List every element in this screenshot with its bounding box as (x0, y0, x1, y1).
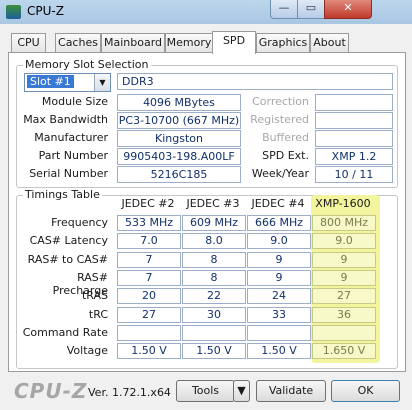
part-number-label: Part Number (38, 149, 108, 162)
tab-caches[interactable]: Caches (55, 33, 101, 53)
timing-row-label: RAS# to CAS# (27, 253, 108, 266)
column-header-jedec-3: JEDEC #3 (186, 197, 240, 210)
close-button[interactable]: ✕ (324, 0, 372, 19)
column-header-jedec-4: JEDEC #4 (251, 197, 305, 210)
max-bandwidth-value: PC3-10700 (667 MHz) (117, 112, 241, 129)
title-bar: CPU-Z — ▭ ✕ (0, 0, 412, 24)
timing-cell (247, 325, 311, 341)
timing-cell: 7 (117, 252, 181, 268)
timing-cell: 22 (182, 288, 246, 304)
timing-cell: 9 (312, 270, 376, 286)
memory-type-field: DDR3 (117, 73, 393, 90)
timing-cell: 8 (182, 252, 246, 268)
timing-cell: 36 (312, 307, 376, 323)
registered-value (315, 112, 393, 129)
tools-button[interactable]: Tools (176, 380, 235, 402)
column-header-xmp-1600: XMP-1600 (315, 197, 371, 210)
timing-cell: 8 (182, 270, 246, 286)
cpu-z-app-icon (6, 5, 21, 19)
tab-memory[interactable]: Memory (165, 33, 213, 53)
timing-cell: 9 (247, 252, 311, 268)
tab-cpu[interactable]: CPU (11, 33, 46, 53)
timing-cell: 1.50 V (182, 343, 246, 359)
timings-group-title: Timings Table (23, 188, 102, 201)
max-bandwidth-label: Max Bandwidth (23, 113, 108, 126)
timing-row-label: Voltage (66, 344, 108, 357)
timing-cell: 30 (182, 307, 246, 323)
timing-row-label: tRC (88, 308, 108, 321)
manufacturer-label: Manufacturer (34, 131, 108, 144)
timing-cell: 7.0 (117, 233, 181, 249)
validate-button[interactable]: Validate (256, 380, 326, 402)
correction-label: Correction (252, 95, 309, 108)
module-size-label: Module Size (41, 95, 108, 108)
week-year-value: 10 / 11 (315, 166, 393, 183)
timing-cell: 533 MHz (117, 215, 181, 231)
serial-number-value: 5216C185 (117, 166, 241, 183)
correction-value (315, 94, 393, 111)
column-header-jedec-2: JEDEC #2 (121, 197, 175, 210)
timing-row-label: CAS# Latency (29, 234, 108, 247)
timing-cell (117, 325, 181, 341)
timing-cell: 20 (117, 288, 181, 304)
tools-dropdown-arrow[interactable]: ▼ (233, 380, 250, 402)
slot-select-value: Slot #1 (27, 75, 74, 88)
timing-cell: 1.50 V (247, 343, 311, 359)
timing-row-label: Command Rate (22, 326, 108, 339)
tab-about[interactable]: About (310, 33, 349, 53)
version-label: Ver. 1.72.1.x64 (88, 386, 171, 399)
ok-button[interactable]: OK (331, 380, 400, 402)
manufacturer-value: Kingston (117, 130, 241, 147)
timing-row-label: tRAS (81, 289, 108, 302)
week-year-label: Week/Year (251, 167, 309, 180)
part-number-value: 9905403-198.A00LF (117, 148, 241, 165)
spd-ext-label: SPD Ext. (262, 149, 309, 162)
bottom-bar: CPU-Z Ver. 1.72.1.x64 Tools ▼ Validate O… (0, 374, 412, 410)
chevron-down-icon[interactable]: ▼ (94, 74, 110, 91)
timing-cell (182, 325, 246, 341)
cpu-z-logo: CPU-Z (14, 379, 88, 403)
tab-spd[interactable]: SPD (212, 31, 256, 54)
timing-cell (312, 325, 376, 341)
buffered-label: Buffered (262, 131, 309, 144)
memory-slot-group-title: Memory Slot Selection (23, 58, 151, 71)
timing-cell: 9 (312, 252, 376, 268)
timing-cell: 800 MHz (312, 215, 376, 231)
timing-cell: 27 (117, 307, 181, 323)
timing-cell: 9.0 (312, 233, 376, 249)
timing-cell: 1.50 V (117, 343, 181, 359)
timing-cell: 666 MHz (247, 215, 311, 231)
tab-mainboard[interactable]: Mainboard (101, 33, 165, 53)
timing-row-label: Frequency (51, 216, 108, 229)
timing-cell: 9 (247, 270, 311, 286)
window-title: CPU-Z (27, 4, 64, 18)
tab-graphics[interactable]: Graphics (256, 33, 310, 53)
buffered-value (315, 130, 393, 147)
spd-ext-value: XMP 1.2 (315, 148, 393, 165)
timing-cell: 9.0 (247, 233, 311, 249)
timing-cell: 24 (247, 288, 311, 304)
minimize-button[interactable]: — (270, 0, 298, 19)
serial-number-label: Serial Number (29, 167, 108, 180)
registered-label: Registered (250, 113, 309, 126)
timing-cell: 7 (117, 270, 181, 286)
slot-select[interactable]: Slot #1 ▼ (24, 73, 111, 92)
timing-cell: 609 MHz (182, 215, 246, 231)
timing-cell: 27 (312, 288, 376, 304)
module-size-value: 4096 MBytes (117, 94, 241, 111)
timing-cell: 8.0 (182, 233, 246, 249)
timing-cell: 1.650 V (312, 343, 376, 359)
timing-cell: 33 (247, 307, 311, 323)
maximize-button[interactable]: ▭ (297, 0, 325, 19)
